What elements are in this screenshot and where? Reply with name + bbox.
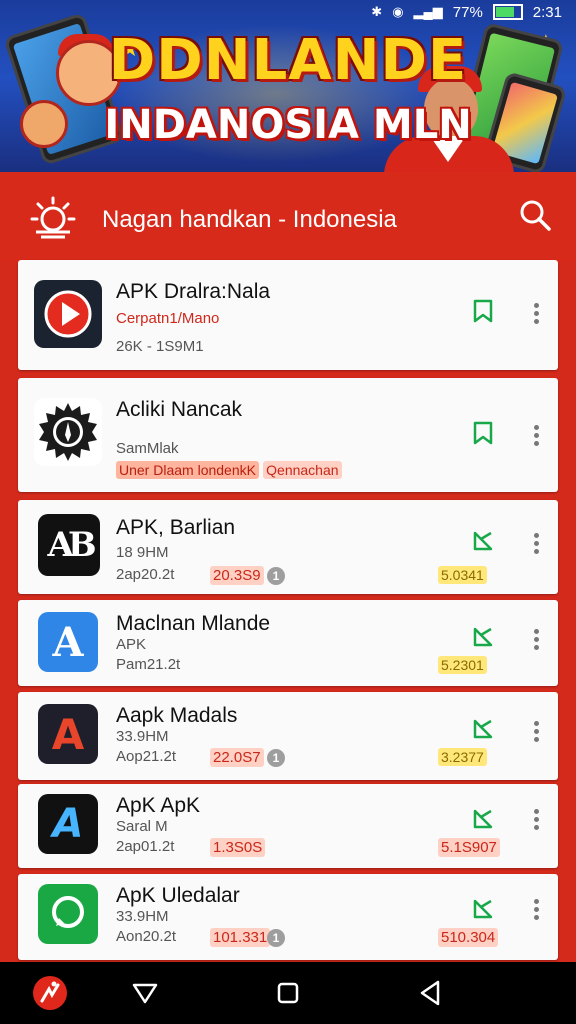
a-stylized-icon: A <box>38 794 98 854</box>
bluetooth-icon: ✱ <box>371 4 383 19</box>
score-chip: 5.1S907 <box>438 838 500 857</box>
promo-banner[interactable]: ★ ★ DDNLANDE INDANOSIA MLN <box>0 0 576 172</box>
back-arrow-icon[interactable] <box>412 975 448 1011</box>
bookmark-icon[interactable] <box>470 420 496 446</box>
app-name: Maclnan Mlande <box>116 612 271 635</box>
app-size: 33.9HM <box>116 728 169 745</box>
more-options-icon[interactable] <box>528 896 544 926</box>
app-name: Acliki Nancak <box>116 398 243 421</box>
more-options-icon[interactable] <box>528 806 544 836</box>
app-category: APK <box>116 636 147 653</box>
app-name: APK, Barlian <box>116 516 236 539</box>
score-chip: 3.2377 <box>438 748 487 766</box>
ab-logo-icon: AB <box>38 514 100 576</box>
system-navigation-bar <box>0 962 576 1024</box>
app-date: 2ap01.2t <box>116 838 175 855</box>
app-date: Pam21.2t <box>116 656 181 673</box>
app-size: 33.9HM <box>116 908 169 925</box>
back-triangle-icon[interactable] <box>127 975 163 1011</box>
app-date: 2ap20.2t <box>116 566 175 583</box>
app-date: Aon20.2t <box>116 928 177 945</box>
banner-subheadline: INDANOSIA MLN <box>104 102 472 148</box>
bookmark-icon[interactable] <box>470 298 496 324</box>
app-developer: Saral M <box>116 818 168 835</box>
shortcut-icon[interactable] <box>470 528 496 554</box>
app-logo-icon[interactable] <box>32 975 68 1011</box>
app-developer: Cerpatn1/Mano <box>116 310 220 327</box>
score-chip: 5.2301 <box>438 656 487 674</box>
app-list-item[interactable]: A ApK ApK Saral M 2ap01.2t 1.3S0S 5.1S90… <box>18 784 558 868</box>
play-icon <box>34 280 102 348</box>
more-options-icon[interactable] <box>528 626 544 656</box>
chat-bubble-icon <box>38 884 98 944</box>
wifi-icon: ◉ <box>392 4 404 19</box>
rating-badge: 1 <box>267 929 285 947</box>
app-list-item[interactable]: A Maclnan Mlande APK Pam21.2t 5.2301 <box>18 600 558 686</box>
shortcut-icon[interactable] <box>470 624 496 650</box>
battery-percent: 77% <box>452 3 483 21</box>
app-list: APK Dralra:Nala Cerpatn1/Mano 26K - 1S9M… <box>18 256 558 962</box>
app-tags: Uner Dlaam londenkK Qennachan <box>116 461 342 479</box>
app-date: Aop21.2t <box>116 748 177 765</box>
app-name: Aapk Madals <box>116 704 238 727</box>
battery-icon <box>492 4 523 20</box>
tag-chip: Qennachan <box>263 461 342 479</box>
tag-chip: Uner Dlaam londenkK <box>116 461 259 479</box>
app-list-item[interactable]: ApK Uledalar 33.9HM Aon20.2t 101.331 1 5… <box>18 874 558 960</box>
app-list-item[interactable]: Acliki Nancak SamMlak Uner Dlaam londenk… <box>18 378 558 492</box>
more-options-icon[interactable] <box>528 422 544 452</box>
shortcut-icon[interactable] <box>470 716 496 742</box>
gear-badge-icon <box>34 398 102 466</box>
app-name: ApK ApK <box>116 794 201 817</box>
app-name: ApK Uledalar <box>116 884 240 907</box>
more-options-icon[interactable] <box>528 300 544 330</box>
app-list-item[interactable]: APK Dralra:Nala Cerpatn1/Mano 26K - 1S9M… <box>18 260 558 370</box>
status-bar: ✱ ◉ ▂▄▆ 77% 2:31 <box>0 0 576 24</box>
a-logo-icon: A <box>38 612 98 672</box>
app-developer: SamMlak <box>116 440 179 457</box>
shortcut-icon[interactable] <box>470 896 496 922</box>
app-list-item[interactable]: A Aapk Madals 33.9HM Aop21.2t 22.0S7 1 3… <box>18 692 558 780</box>
clock: 2:31 <box>532 3 562 21</box>
score-chip: 510.304 <box>438 928 499 947</box>
more-options-icon[interactable] <box>528 718 544 748</box>
price-chip: 22.0S7 <box>210 748 264 767</box>
app-name: APK Dralra:Nala <box>116 280 271 303</box>
score-chip: 5.0341 <box>438 566 487 584</box>
rating-badge: 1 <box>267 567 285 585</box>
app-header: Nagan handkan - Indonesia <box>0 172 576 262</box>
a-red-logo-icon: A <box>38 704 98 764</box>
price-chip: 1.3S0S <box>210 838 266 857</box>
page-title: Nagan handkan - Indonesia <box>102 206 397 233</box>
signal-icon: ▂▄▆ <box>413 4 443 19</box>
price-chip: 20.3S9 <box>210 566 264 585</box>
sun-logo-icon[interactable] <box>28 192 78 242</box>
app-meta: 26K - 1S9M1 <box>116 338 204 355</box>
home-square-icon[interactable] <box>270 975 306 1011</box>
app-list-item[interactable]: AB APK, Barlian 18 9HM 2ap20.2t 20.3S9 1… <box>18 500 558 594</box>
banner-headline: DDNLANDE <box>108 28 468 93</box>
shortcut-icon[interactable] <box>470 806 496 832</box>
search-icon[interactable] <box>518 198 552 232</box>
app-size: 18 9HM <box>116 544 169 561</box>
price-chip: 101.331 <box>210 928 271 947</box>
more-options-icon[interactable] <box>528 530 544 560</box>
rating-badge: 1 <box>267 749 285 767</box>
